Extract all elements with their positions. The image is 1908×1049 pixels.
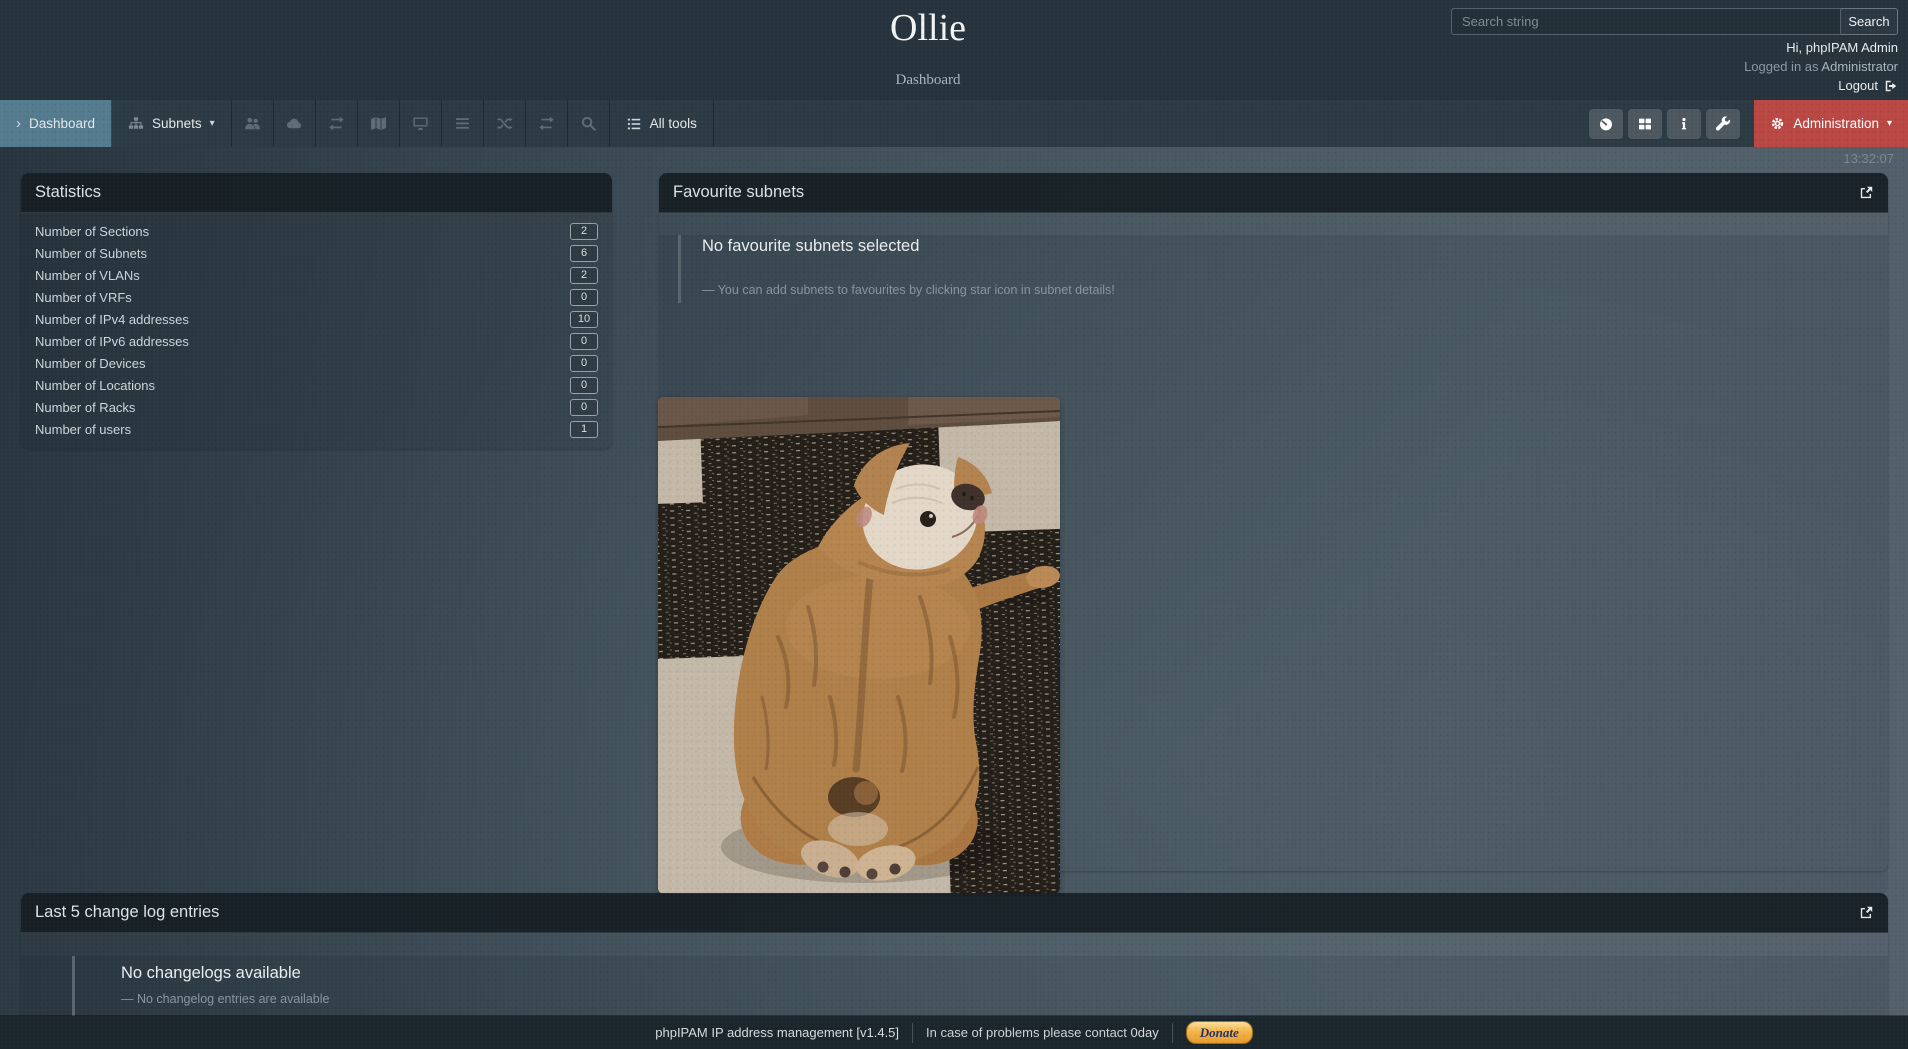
changelog-widget-header: Last 5 change log entries — [21, 893, 1888, 933]
stat-value-badge: 2 — [570, 267, 598, 284]
chevron-right-icon: › — [16, 116, 21, 131]
nav-cloud-icon-tab[interactable] — [274, 100, 316, 147]
stat-value-badge: 0 — [570, 289, 598, 306]
stat-label: Number of VLANs — [35, 268, 140, 283]
administration-menu-button[interactable]: Administration ▾ — [1754, 100, 1908, 147]
search-button[interactable]: Search — [1841, 8, 1898, 35]
statistics-row: Number of VRFs 0 — [35, 286, 598, 308]
statistics-rows: Number of Sections 2 Number of Subnets 6… — [21, 213, 612, 449]
external-link-icon — [1859, 905, 1874, 920]
brand: Ollie Dashboard — [890, 6, 966, 89]
statistics-row: Number of Locations 0 — [35, 374, 598, 396]
statistics-row: Number of Racks 0 — [35, 396, 598, 418]
stat-value-badge: 0 — [570, 377, 598, 394]
statistics-row: Number of IPv6 addresses 0 — [35, 330, 598, 352]
nav-users-icon-tab[interactable] — [232, 100, 274, 147]
breadcrumb: Dashboard — [890, 72, 966, 89]
nav-tab-subnets[interactable]: Subnets ▾ — [112, 100, 232, 147]
current-user-link[interactable]: Administrator — [1821, 59, 1898, 74]
nav-shuffle-icon-tab[interactable] — [484, 100, 526, 147]
footer-contact: In case of problems please contact 0day — [926, 1025, 1159, 1040]
tools-wrench-button[interactable] — [1706, 109, 1740, 139]
footer-divider — [1172, 1023, 1173, 1043]
stat-value-badge: 1 — [570, 421, 598, 438]
nav-desktop-icon-tab[interactable] — [400, 100, 442, 147]
search-area: Search — [1451, 8, 1898, 35]
open-favourites-button[interactable] — [1859, 185, 1874, 200]
donate-button[interactable]: Donate — [1186, 1021, 1253, 1044]
list-ul-icon — [626, 116, 642, 132]
widgets-grid-button[interactable] — [1628, 109, 1662, 139]
nav-list-icon-tab[interactable] — [442, 100, 484, 147]
caret-down-icon: ▾ — [210, 119, 215, 129]
stat-label: Number of IPv6 addresses — [35, 334, 189, 349]
main-navbar: › Dashboard Subnets ▾ — [0, 100, 1908, 147]
sitemap-icon — [128, 116, 144, 132]
statistics-row: Number of users 1 — [35, 418, 598, 440]
stat-value-badge: 0 — [570, 355, 598, 372]
contact-link[interactable]: 0day — [1131, 1025, 1159, 1040]
stat-value-badge: 0 — [570, 333, 598, 350]
info-button[interactable] — [1667, 109, 1701, 139]
sign-out-icon — [1884, 79, 1898, 93]
stat-value-badge: 0 — [570, 399, 598, 416]
statistics-row: Number of IPv4 addresses 10 — [35, 308, 598, 330]
page-title: Ollie — [890, 6, 966, 50]
logout-link[interactable]: Logout — [1838, 76, 1898, 95]
dashboard-gauge-button[interactable] — [1589, 109, 1623, 139]
logged-in-as: Logged in as Administrator — [1744, 57, 1898, 76]
nav-search-icon-tab[interactable] — [568, 100, 610, 147]
nav-tab-dashboard[interactable]: › Dashboard — [0, 100, 112, 147]
stat-value-badge: 10 — [570, 311, 598, 328]
statistics-row: Number of Devices 0 — [35, 352, 598, 374]
stat-label: Number of users — [35, 422, 131, 437]
tool-buttons — [1589, 109, 1745, 139]
header: Ollie Dashboard Search Hi, phpIPAM Admin… — [0, 0, 1908, 100]
changelog-empty-note: No changelogs available — No changelog e… — [72, 956, 1888, 1016]
phpipam-dashboard-page: Ollie Dashboard Search Hi, phpIPAM Admin… — [0, 0, 1908, 1049]
stat-label: Number of Subnets — [35, 246, 147, 261]
footer: phpIPAM IP address management [v1.4.5] I… — [0, 1016, 1908, 1049]
stat-value-badge: 6 — [570, 245, 598, 262]
stat-label: Number of Racks — [35, 400, 135, 415]
caret-down-icon: ▾ — [1887, 119, 1892, 129]
statistics-widget: Statistics Number of Sections 2 Number o… — [21, 173, 612, 449]
bulldog-photo — [658, 397, 1060, 894]
statistics-row: Number of Subnets 6 — [35, 242, 598, 264]
open-changelog-button[interactable] — [1859, 905, 1874, 920]
favourites-empty-note: No favourite subnets selected — You can … — [678, 235, 1888, 303]
external-link-icon — [1859, 185, 1874, 200]
nav-map-icon-tab[interactable] — [358, 100, 400, 147]
favourite-subnets-widget: Favourite subnets No favourite subnets s… — [659, 173, 1888, 871]
stat-value-badge: 2 — [570, 223, 598, 240]
favourites-widget-header: Favourite subnets — [659, 173, 1888, 213]
gear-icon — [1770, 116, 1785, 131]
statistics-widget-header: Statistics — [21, 173, 612, 213]
user-info: Hi, phpIPAM Admin Logged in as Administr… — [1744, 38, 1898, 95]
navbar-right-group: Administration ▾ — [1589, 100, 1908, 147]
clock: 13:32:07 — [1843, 151, 1894, 166]
statistics-row: Number of VLANs 2 — [35, 264, 598, 286]
statistics-row: Number of Sections 2 — [35, 220, 598, 242]
search-input[interactable] — [1451, 8, 1841, 35]
nav-transfer-icon-tab[interactable] — [526, 100, 568, 147]
nav-exchange-icon-tab[interactable] — [316, 100, 358, 147]
stat-label: Number of VRFs — [35, 290, 132, 305]
footer-divider — [912, 1023, 913, 1043]
phpipam-version-link[interactable]: phpIPAM IP address management [v1.4.5] — [655, 1025, 899, 1040]
user-greeting: Hi, phpIPAM Admin — [1744, 38, 1898, 57]
stat-label: Number of Locations — [35, 378, 155, 393]
nav-icon-tabs — [232, 100, 610, 147]
stat-label: Number of Sections — [35, 224, 149, 239]
nav-tab-all-tools[interactable]: All tools — [610, 100, 714, 147]
stat-label: Number of IPv4 addresses — [35, 312, 189, 327]
stat-label: Number of Devices — [35, 356, 146, 371]
